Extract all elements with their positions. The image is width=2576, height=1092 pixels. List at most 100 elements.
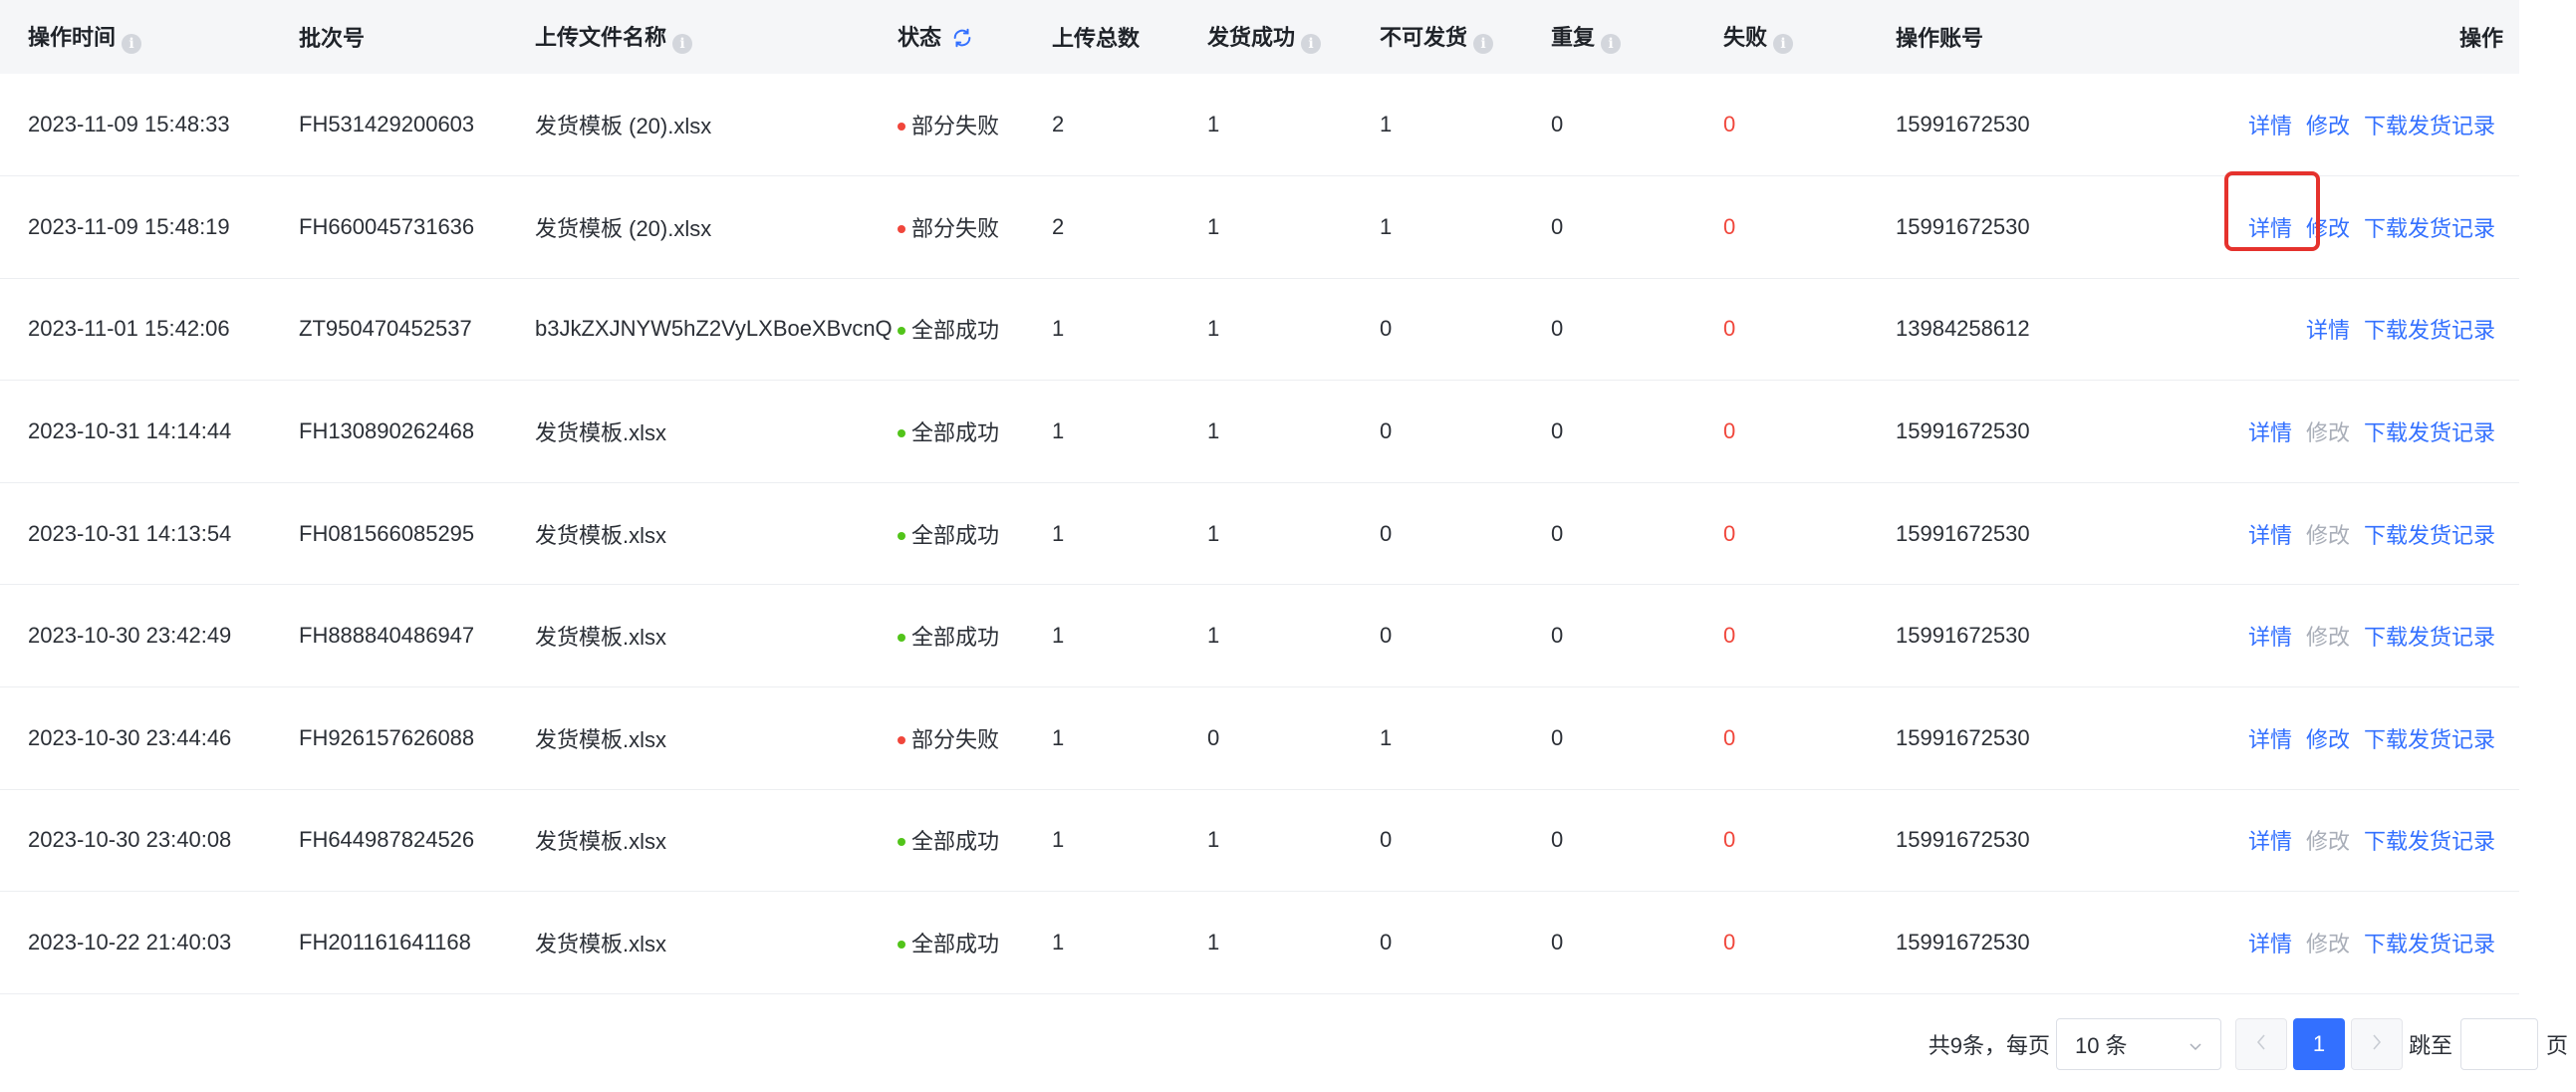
detail-link[interactable]: 详情: [2248, 722, 2292, 754]
detail-link[interactable]: 详情: [2248, 518, 2292, 550]
cell-total: 2: [1052, 176, 1207, 279]
cell-unshippable: 0: [1380, 278, 1551, 381]
col-header-account: 操作账号: [1896, 26, 1984, 51]
cell-duplicate: 0: [1551, 381, 1723, 483]
file-value: 发货模板.xlsx: [535, 522, 667, 548]
refresh-icon[interactable]: [951, 27, 973, 55]
col-header-file: 上传文件名称 i: [535, 0, 898, 74]
cell-status: 部分失败: [898, 176, 1052, 279]
batch-value: FH660045731636: [299, 213, 475, 239]
page-size-select[interactable]: 10 条: [2055, 1018, 2221, 1070]
col-header-unshippable: 不可发货 i: [1380, 0, 1551, 74]
cell-batch: FH531429200603: [299, 74, 535, 176]
pagination-total: 共9条，每页: [1928, 1033, 2050, 1058]
chevron-down-icon: [2189, 1031, 2202, 1057]
cell-unshippable: 0: [1380, 381, 1551, 483]
info-circle-icon[interactable]: i: [1473, 34, 1494, 54]
cell-unshippable: 1: [1380, 176, 1551, 279]
cell-ops: 详情 下载发货记录: [2224, 278, 2519, 381]
detail-link[interactable]: 详情: [2248, 109, 2292, 140]
status-dot: [898, 224, 905, 233]
total-value: 1: [1052, 827, 1065, 853]
cell-batch: FH644987824526: [299, 789, 535, 892]
detail-link[interactable]: 详情: [2248, 927, 2292, 958]
col-header-success: 发货成功 i: [1207, 0, 1380, 74]
cell-failed: 0: [1723, 74, 1896, 176]
detail-link[interactable]: 详情: [2248, 620, 2292, 652]
download-record-link[interactable]: 下载发货记录: [2364, 927, 2495, 958]
status-dot: [898, 123, 905, 132]
file-value: 发货模板 (20).xlsx: [535, 114, 712, 139]
cell-file: b3JkZXJNYW5hZ2VyLXBoeXBvcnQ: [535, 278, 898, 381]
cell-ops: 详情 修改 下载发货记录: [2224, 789, 2519, 892]
status-badge: 全部成功: [911, 522, 1000, 548]
download-record-link[interactable]: 下载发货记录: [2364, 824, 2495, 856]
download-record-link[interactable]: 下载发货记录: [2364, 313, 2495, 345]
download-record-link[interactable]: 下载发货记录: [2364, 620, 2495, 652]
table-row: 2023-10-22 21:40:03 FH201161641168 发货模板.xl…: [0, 892, 2519, 994]
total-value: 1: [1052, 930, 1065, 956]
download-record-link[interactable]: 下载发货记录: [2364, 722, 2495, 754]
cell-success: 1: [1207, 176, 1380, 279]
detail-link[interactable]: 详情: [2223, 170, 2320, 251]
shipment-records-table: 操作时间 i 批次号 上传文件名称 i 状态 上传总数 发货成功 i 不可发货 i 重复…: [0, 0, 2519, 994]
unshippable-value: 0: [1380, 418, 1393, 444]
cell-account: 15991672530: [1896, 892, 2224, 994]
cell-account: 13984258612: [1896, 278, 2224, 381]
page-number-button[interactable]: 1: [2292, 1018, 2345, 1070]
cell-duplicate: 0: [1551, 278, 1723, 381]
download-record-link[interactable]: 下载发货记录: [2364, 518, 2495, 550]
info-circle-icon[interactable]: i: [1301, 34, 1322, 54]
edit-link: 修改: [2305, 420, 2350, 446]
info-circle-icon[interactable]: i: [672, 34, 693, 54]
batch-value: FH644987824526: [299, 827, 475, 853]
info-circle-icon[interactable]: i: [1601, 34, 1622, 54]
next-page-button[interactable]: [2350, 1018, 2403, 1070]
chevron-right-icon: [2371, 1031, 2383, 1057]
jump-page-input[interactable]: [2459, 1018, 2538, 1070]
success-value: 1: [1207, 520, 1220, 546]
cell-unshippable: 0: [1380, 892, 1551, 994]
account-value: 15991672530: [1896, 520, 2030, 546]
detail-link[interactable]: 详情: [2248, 824, 2292, 856]
failed-value: 0: [1723, 316, 1736, 342]
account-value: 15991672530: [1896, 623, 2030, 649]
download-record-link[interactable]: 下载发货记录: [2364, 211, 2495, 243]
batch-value: ZT950470452537: [299, 316, 472, 342]
prev-page-button[interactable]: [2234, 1018, 2287, 1070]
col-header-duplicate: 重复 i: [1551, 0, 1723, 74]
table-row: 2023-10-30 23:40:08 FH644987824526 发货模板.xl…: [0, 789, 2519, 892]
cell-ops: 详情 修改 下载发货记录: [2223, 170, 2519, 279]
cell-account: 15991672530: [1896, 585, 2224, 687]
cell-duplicate: 0: [1551, 176, 1723, 279]
info-circle-icon[interactable]: i: [122, 34, 142, 54]
status-dot: [898, 531, 905, 540]
edit-link[interactable]: 修改: [2306, 109, 2350, 140]
cell-account: 15991672530: [1896, 789, 2224, 892]
file-value: 发货模板.xlsx: [535, 726, 667, 752]
detail-link[interactable]: 详情: [2306, 313, 2350, 345]
failed-value: 0: [1723, 520, 1736, 546]
success-value: 1: [1207, 827, 1220, 853]
cell-total: 1: [1052, 687, 1207, 790]
cell-duplicate: 0: [1551, 482, 1723, 585]
account-value: 13984258612: [1896, 316, 2030, 342]
cell-ops: 详情 修改 下载发货记录: [2224, 687, 2519, 790]
cell-status: 全部成功: [898, 381, 1052, 483]
edit-link: 修改: [2305, 829, 2350, 855]
edit-link[interactable]: 修改: [2306, 722, 2350, 754]
col-header-status: 状态: [898, 0, 1052, 74]
failed-value: 0: [1723, 930, 1736, 956]
cell-duplicate: 0: [1551, 789, 1723, 892]
cell-time: 2023-10-30 23:42:49: [0, 585, 299, 687]
file-value: 发货模板 (20).xlsx: [535, 215, 712, 241]
info-circle-icon[interactable]: i: [1773, 34, 1794, 54]
table-body: 2023-11-09 15:48:33 FH531429200603 发货模板 (2…: [0, 74, 2519, 994]
table-row: 2023-10-31 14:14:44 FH130890262468 发货模板.xl…: [0, 381, 2519, 483]
success-value: 1: [1207, 316, 1220, 342]
download-record-link[interactable]: 下载发货记录: [2364, 415, 2495, 447]
detail-link[interactable]: 详情: [2248, 415, 2292, 447]
cell-total: 1: [1052, 482, 1207, 585]
download-record-link[interactable]: 下载发货记录: [2364, 109, 2495, 140]
success-value: 1: [1207, 623, 1220, 649]
